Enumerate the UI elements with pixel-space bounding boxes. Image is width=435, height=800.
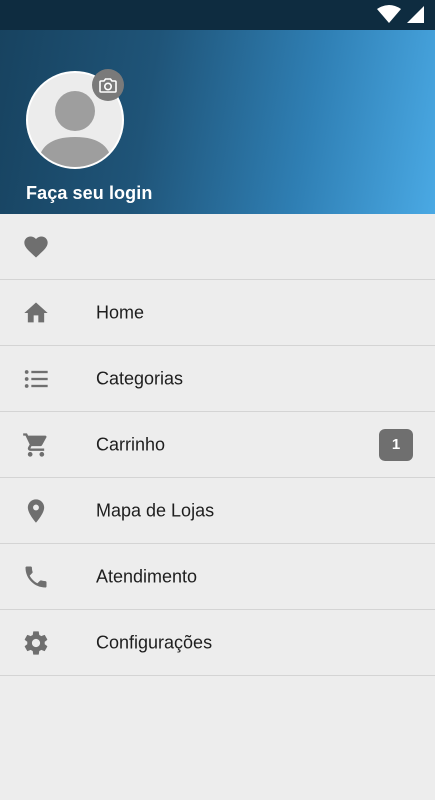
avatar-wrap[interactable] (26, 69, 124, 169)
location-pin-icon (22, 497, 50, 525)
drawer-header: Faça seu login (0, 0, 435, 214)
heart-icon (22, 233, 50, 261)
menu-item-categorias[interactable]: Categorias (0, 346, 435, 412)
menu-item-label: Home (96, 302, 145, 322)
drawer-menu: Home Categorias Carrinho 1 Mapa de Lojas… (0, 214, 435, 676)
cart-count-badge: 1 (379, 428, 413, 461)
menu-item-atendimento[interactable]: Atendimento (0, 544, 435, 610)
status-icons (375, 4, 427, 24)
gear-icon (22, 629, 50, 657)
menu-item-label: Carrinho (96, 434, 166, 454)
phone-icon (22, 563, 50, 591)
menu-item-mapa-de-lojas[interactable]: Mapa de Lojas (0, 478, 435, 544)
camera-button[interactable] (92, 69, 124, 101)
menu-item-carrinho[interactable]: Carrinho 1 (0, 412, 435, 478)
list-icon (22, 365, 50, 393)
home-icon (22, 299, 50, 327)
menu-item-home[interactable]: Home (0, 280, 435, 346)
menu-item-label: Configurações (96, 632, 213, 652)
camera-icon (99, 78, 117, 93)
menu-item-label: Atendimento (96, 566, 198, 586)
login-prompt[interactable]: Faça seu login (26, 183, 152, 204)
wifi-icon (377, 5, 401, 23)
menu-item-configuracoes[interactable]: Configurações (0, 610, 435, 676)
menu-item-label: Categorias (96, 368, 184, 388)
cart-icon (22, 431, 50, 459)
menu-item-label: Mapa de Lojas (96, 500, 215, 520)
status-bar (0, 0, 435, 30)
signal-icon (407, 6, 424, 23)
favorites-row[interactable] (0, 214, 435, 280)
